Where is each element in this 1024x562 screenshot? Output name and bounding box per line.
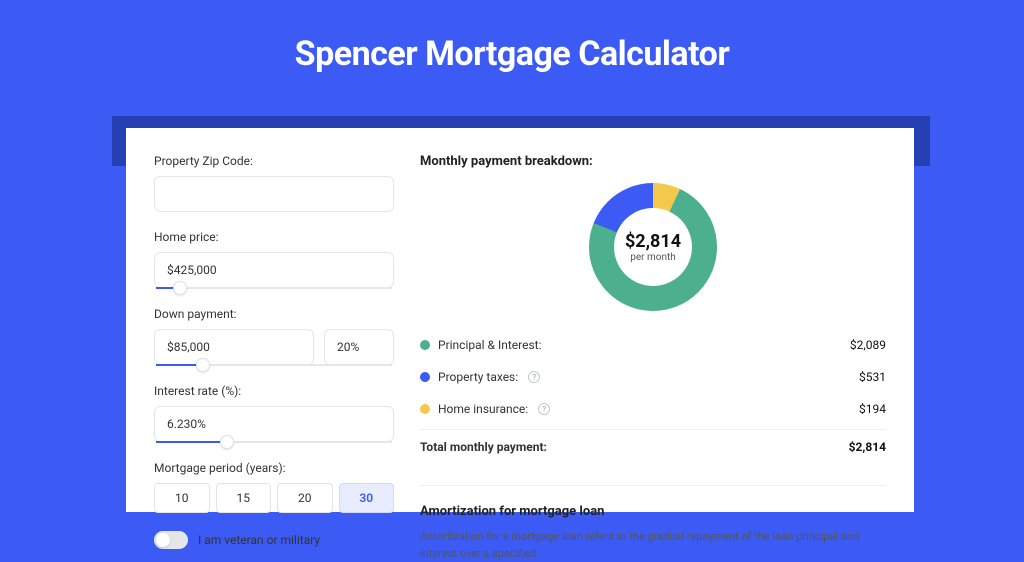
legend-insurance: Home insurance: ? $194 <box>420 393 886 425</box>
home-price-label: Home price: <box>154 230 394 244</box>
donut-chart: $2,814 per month <box>420 183 886 311</box>
dot-icon <box>420 340 430 350</box>
veteran-label: I am veteran or military <box>198 533 320 547</box>
period-option-30[interactable]: 30 <box>339 483 395 513</box>
zip-input[interactable] <box>154 176 394 212</box>
home-price-block: Home price: <box>154 230 394 289</box>
slider-fill <box>156 441 227 443</box>
down-payment-label: Down payment: <box>154 307 394 321</box>
donut-sub: per month <box>630 252 676 263</box>
breakdown-panel: Monthly payment breakdown: $2,814 per mo… <box>420 154 886 512</box>
legend-amount: $531 <box>859 370 886 384</box>
down-payment-slider[interactable] <box>156 364 392 366</box>
down-payment-input[interactable] <box>154 329 314 365</box>
slider-thumb[interactable] <box>196 358 210 372</box>
slider-thumb[interactable] <box>173 281 187 295</box>
breakdown-title: Monthly payment breakdown: <box>420 154 886 169</box>
legend-amount: $2,089 <box>850 338 886 352</box>
down-payment-pct-input[interactable] <box>324 329 394 365</box>
interest-block: Interest rate (%): <box>154 384 394 443</box>
home-price-input[interactable] <box>154 252 394 288</box>
amortization-section: Amortization for mortgage loan Amortizat… <box>420 485 886 562</box>
legend-taxes: Property taxes: ? $531 <box>420 361 886 393</box>
interest-input[interactable] <box>154 406 394 442</box>
calculator-card: Property Zip Code: Home price: Down paym… <box>126 128 914 512</box>
veteran-toggle[interactable] <box>154 531 188 549</box>
amortization-text: Amortization for a mortgage loan refers … <box>420 529 886 562</box>
period-segmented: 10 15 20 30 <box>154 483 394 513</box>
legend-total: Total monthly payment: $2,814 <box>420 429 886 463</box>
page-title: Spencer Mortgage Calculator <box>0 0 1024 74</box>
down-payment-block: Down payment: <box>154 307 394 366</box>
donut-center: $2,814 per month <box>614 208 692 286</box>
dot-icon <box>420 372 430 382</box>
form-panel: Property Zip Code: Home price: Down paym… <box>154 154 394 512</box>
interest-label: Interest rate (%): <box>154 384 394 398</box>
interest-slider[interactable] <box>156 441 392 443</box>
total-amount: $2,814 <box>849 440 886 454</box>
period-label: Mortgage period (years): <box>154 461 394 475</box>
legend-label: Property taxes: <box>438 370 518 384</box>
legend-label: Principal & Interest: <box>438 338 542 352</box>
period-option-15[interactable]: 15 <box>216 483 272 513</box>
info-icon[interactable]: ? <box>528 371 540 383</box>
app-root: Spencer Mortgage Calculator Property Zip… <box>0 0 1024 512</box>
zip-field-block: Property Zip Code: <box>154 154 394 212</box>
period-option-10[interactable]: 10 <box>154 483 210 513</box>
period-block: Mortgage period (years): 10 15 20 30 <box>154 461 394 513</box>
legend-principal: Principal & Interest: $2,089 <box>420 329 886 361</box>
info-icon[interactable]: ? <box>538 403 550 415</box>
legend-amount: $194 <box>859 402 886 416</box>
period-option-20[interactable]: 20 <box>277 483 333 513</box>
slider-thumb[interactable] <box>220 435 234 449</box>
total-label: Total monthly payment: <box>420 440 547 454</box>
veteran-row: I am veteran or military <box>154 531 394 549</box>
legend-label: Home insurance: <box>438 402 528 416</box>
home-price-slider[interactable] <box>156 287 392 289</box>
dot-icon <box>420 404 430 414</box>
zip-label: Property Zip Code: <box>154 154 394 168</box>
donut-ring: $2,814 per month <box>589 183 717 311</box>
donut-amount: $2,814 <box>625 231 681 252</box>
